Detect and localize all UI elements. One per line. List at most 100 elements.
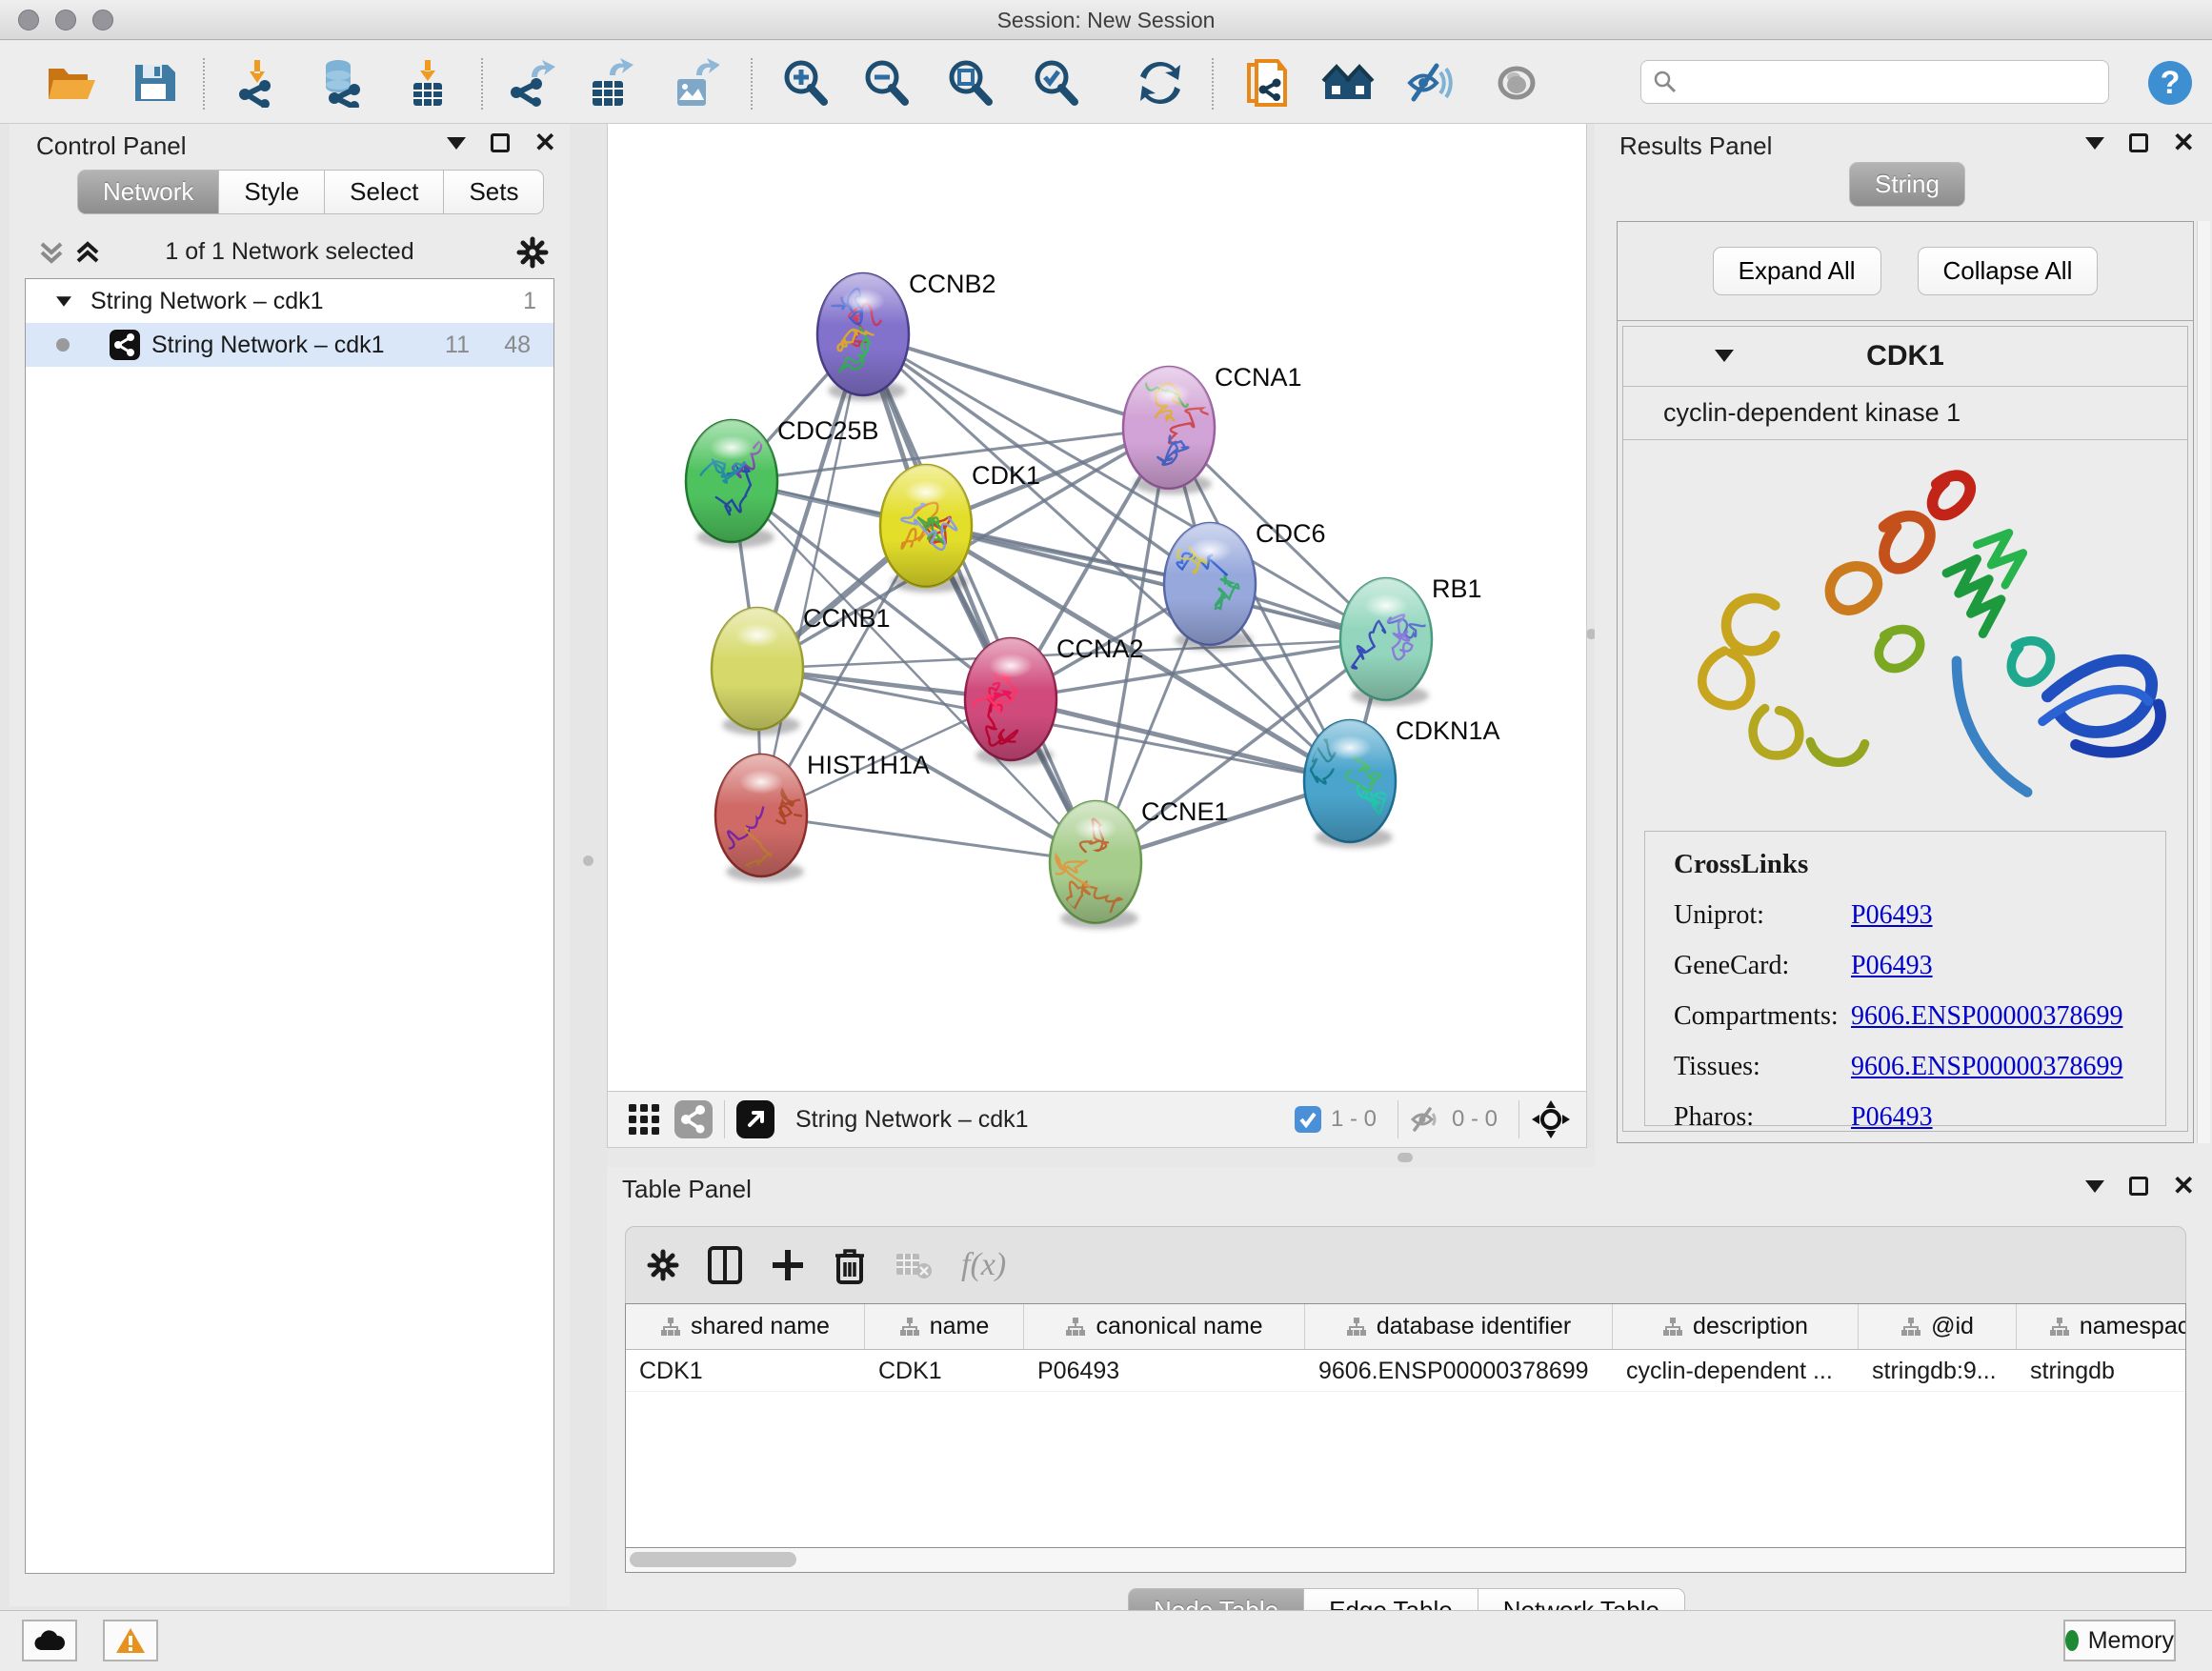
tab-select[interactable]: Select xyxy=(324,170,444,214)
add-column-icon[interactable] xyxy=(771,1248,805,1282)
export-network-button[interactable] xyxy=(500,52,563,113)
delete-column-icon[interactable] xyxy=(834,1246,866,1284)
network-collection-row[interactable]: String Network – cdk1 1 xyxy=(26,279,553,323)
zoom-out-button[interactable] xyxy=(855,52,917,113)
tab-network[interactable]: Network xyxy=(77,170,219,214)
import-network-database-button[interactable] xyxy=(309,52,372,113)
first-neighbors-button[interactable] xyxy=(1236,52,1298,113)
export-image-button[interactable] xyxy=(664,52,727,113)
network-edge[interactable] xyxy=(761,815,1096,862)
column-header-1[interactable]: name xyxy=(865,1304,1024,1349)
zoom-fit-button[interactable] xyxy=(938,52,1001,113)
table-cell[interactable]: P06493 xyxy=(1024,1350,1305,1391)
memory-button[interactable]: Memory xyxy=(2063,1620,2176,1661)
compartments-link[interactable]: 9606.ENSP00000378699 xyxy=(1851,1001,2122,1032)
results-scrollbar[interactable] xyxy=(2197,221,2210,1143)
expand-all-button[interactable]: Expand All xyxy=(1713,247,1881,295)
collapse-panel-icon[interactable] xyxy=(2085,1180,2104,1193)
network-edge[interactable] xyxy=(863,334,1169,428)
network-node-CCNA2[interactable] xyxy=(965,638,1056,766)
cdk1-section-header[interactable]: CDK1 xyxy=(1623,327,2187,386)
close-panel-icon[interactable]: ✕ xyxy=(534,133,556,152)
column-tree-icon xyxy=(1346,1317,1367,1338)
show-columns-icon[interactable] xyxy=(708,1246,742,1284)
section-collapse-icon[interactable] xyxy=(1715,350,1734,362)
table-cell[interactable]: cyclin-dependent ... xyxy=(1613,1350,1859,1391)
collapse-panel-icon[interactable] xyxy=(447,137,466,150)
pharos-link[interactable]: P06493 xyxy=(1851,1102,1933,1133)
help-button[interactable]: ? xyxy=(2139,52,2202,113)
network-node-CCNB1[interactable] xyxy=(712,608,803,735)
tab-style[interactable]: Style xyxy=(218,170,325,214)
network-node-CCNE1[interactable] xyxy=(1050,801,1141,929)
collapse-all-button[interactable]: Collapse All xyxy=(1918,247,2099,295)
import-network-file-button[interactable] xyxy=(226,52,289,113)
vertical-splitter-handle[interactable] xyxy=(583,856,593,866)
column-label: shared name xyxy=(691,1313,830,1340)
toolbar-separator xyxy=(481,58,483,110)
column-header-6[interactable]: namespace xyxy=(2017,1304,2186,1349)
refresh-icon xyxy=(1136,58,1184,108)
node-table[interactable]: shared name namecanonical namedatabase id… xyxy=(625,1303,2186,1548)
float-panel-icon[interactable] xyxy=(491,133,510,152)
export-table-button[interactable] xyxy=(579,52,642,113)
table-options-gear-icon[interactable] xyxy=(647,1249,679,1281)
crosslinks-block: CrossLinks Uniprot:P06493 GeneCard:P0649… xyxy=(1644,831,2166,1126)
float-panel-icon[interactable] xyxy=(2129,1177,2148,1196)
network-node-HIST1H1A[interactable] xyxy=(715,755,807,896)
scrollbar-thumb[interactable] xyxy=(630,1552,796,1567)
options-gear-icon[interactable] xyxy=(516,236,549,269)
warning-status-button[interactable] xyxy=(103,1620,158,1661)
genecard-link[interactable]: P06493 xyxy=(1851,951,1933,981)
column-header-0[interactable]: shared name xyxy=(626,1304,865,1349)
table-cell[interactable]: 9606.ENSP00000378699 xyxy=(1305,1350,1613,1391)
network-node-CCNB2[interactable] xyxy=(817,273,909,401)
network-view-icon[interactable] xyxy=(674,1100,713,1138)
table-horizontal-scrollbar[interactable] xyxy=(625,1548,2186,1573)
uniprot-link[interactable]: P06493 xyxy=(1851,900,1933,931)
network-graph[interactable]: CCNB2CCNA1CDC25BCDK1CDC6RB1CCNB1CCNA2CDK… xyxy=(608,124,1586,1089)
cloud-status-button[interactable] xyxy=(22,1620,77,1661)
tab-string[interactable]: String xyxy=(1849,162,1965,207)
grid-view-icon[interactable] xyxy=(627,1102,661,1137)
tab-sets[interactable]: Sets xyxy=(443,170,544,214)
zoom-selected-button[interactable] xyxy=(1024,52,1087,113)
hide-selected-button[interactable] xyxy=(1400,52,1463,113)
column-header-2[interactable]: canonical name xyxy=(1024,1304,1305,1349)
network-node-CDC25B[interactable] xyxy=(686,420,777,548)
close-panel-icon[interactable]: ✕ xyxy=(2173,133,2195,152)
save-session-button[interactable] xyxy=(122,52,185,113)
search-field[interactable] xyxy=(1640,60,2109,104)
column-header-3[interactable]: database identifier xyxy=(1305,1304,1613,1349)
tissues-link[interactable]: 9606.ENSP00000378699 xyxy=(1851,1052,2122,1082)
detach-view-icon[interactable] xyxy=(736,1100,774,1138)
table-cell[interactable]: CDK1 xyxy=(865,1350,1024,1391)
show-all-button[interactable] xyxy=(1485,52,1548,113)
network-edge[interactable] xyxy=(863,334,1096,862)
table-cell[interactable]: CDK1 xyxy=(626,1350,865,1391)
table-cell[interactable]: stringdb:9... xyxy=(1859,1350,2017,1391)
table-panel-title: Table Panel xyxy=(622,1175,752,1204)
collapse-panel-icon[interactable] xyxy=(2085,137,2104,150)
toolbar-separator xyxy=(203,58,205,110)
table-cell[interactable]: stringdb xyxy=(2017,1350,2186,1391)
search-input[interactable] xyxy=(1678,69,2087,95)
column-header-5[interactable]: @id xyxy=(1859,1304,2017,1349)
birds-eye-view-icon[interactable] xyxy=(1531,1099,1571,1139)
network-row[interactable]: String Network – cdk1 11 48 xyxy=(26,323,553,367)
network-edge[interactable] xyxy=(761,334,863,815)
import-table-file-button[interactable] xyxy=(396,52,459,113)
close-panel-icon[interactable]: ✕ xyxy=(2173,1177,2195,1196)
column-header-4[interactable]: description xyxy=(1613,1304,1859,1349)
network-node-CDKN1A[interactable] xyxy=(1304,720,1396,848)
zoom-in-button[interactable] xyxy=(774,52,836,113)
network-canvas[interactable]: CCNB2CCNA1CDC25BCDK1CDC6RB1CCNB1CCNA2CDK… xyxy=(607,124,1587,1091)
float-panel-icon[interactable] xyxy=(2129,133,2148,152)
table-row[interactable]: CDK1CDK1P064939606.ENSP00000378699cyclin… xyxy=(626,1350,2185,1392)
open-session-button[interactable] xyxy=(39,52,102,113)
splitter-handle[interactable] xyxy=(1398,1153,1413,1162)
string-protein-query-button[interactable] xyxy=(1317,52,1379,113)
refresh-button[interactable] xyxy=(1129,52,1192,113)
tree-expand-icon[interactable] xyxy=(56,296,71,306)
selected-checkbox-icon[interactable] xyxy=(1295,1106,1321,1133)
